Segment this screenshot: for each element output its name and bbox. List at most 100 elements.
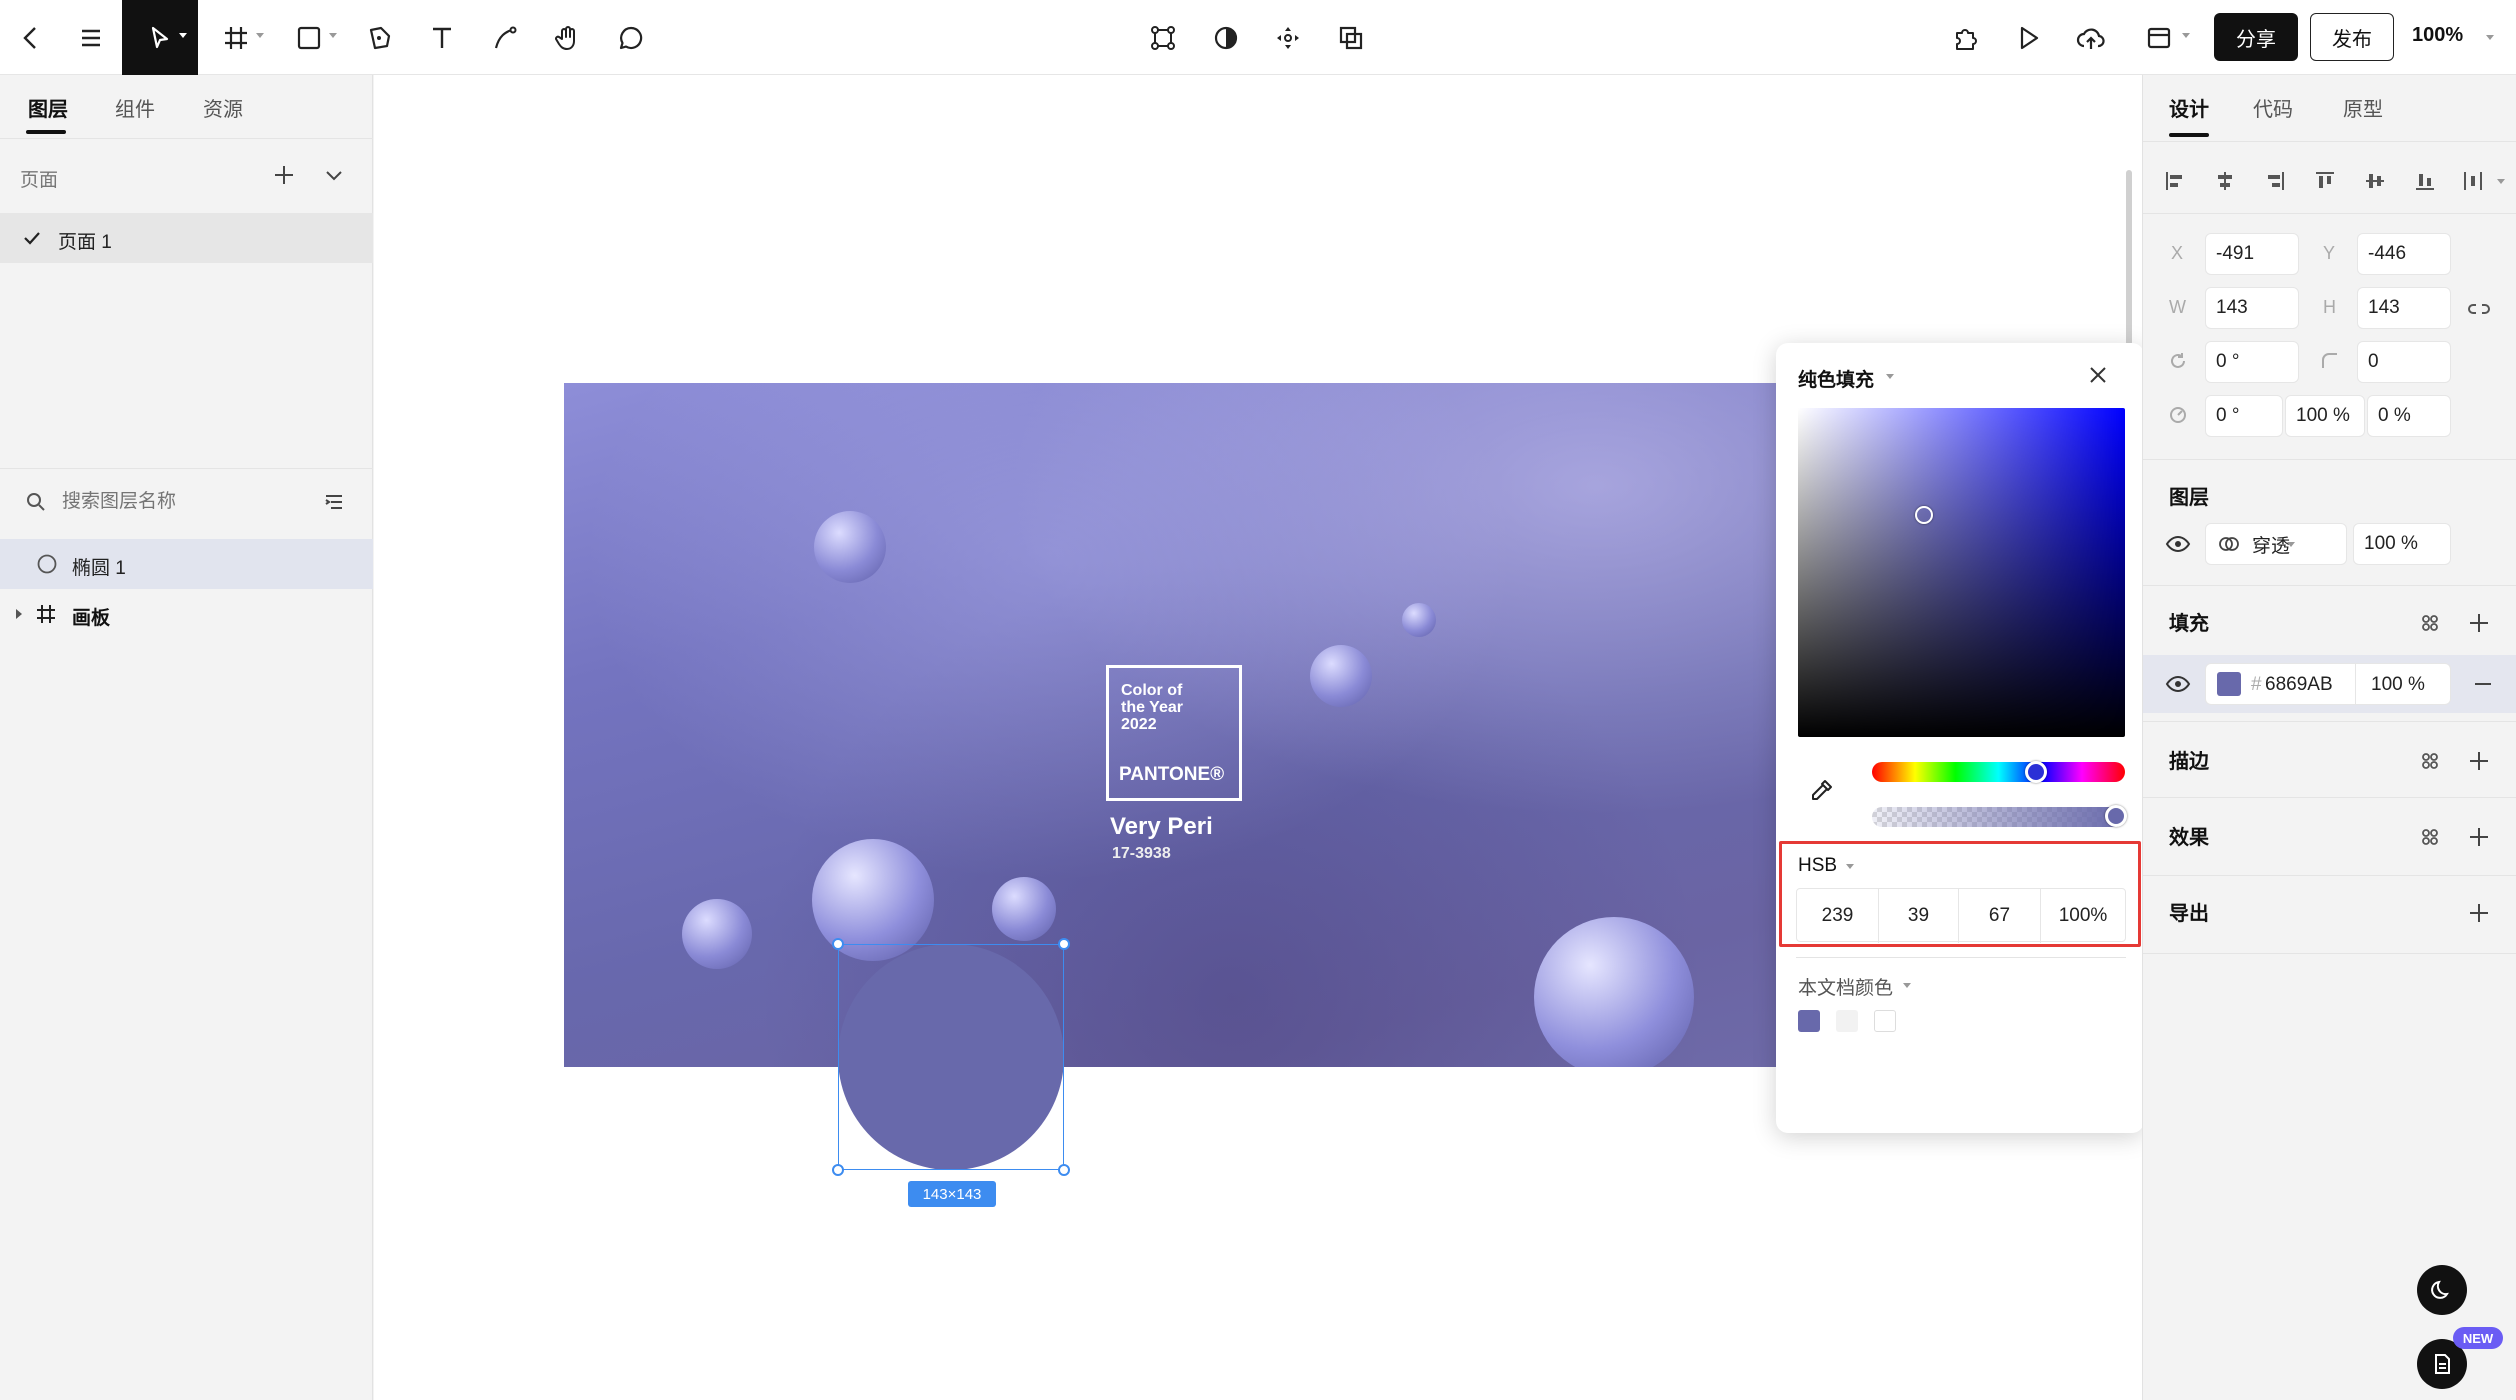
- main-menu-button[interactable]: [60, 0, 122, 75]
- add-fill-icon[interactable]: [2465, 609, 2493, 637]
- color-cursor[interactable]: [1915, 506, 1933, 524]
- arc-sweep-input[interactable]: 100 %: [2285, 395, 2365, 437]
- link-icon[interactable]: [2465, 295, 2493, 323]
- layout-button[interactable]: [2128, 0, 2190, 75]
- hamburger-icon: [82, 29, 100, 46]
- artboard-image[interactable]: Color of the Year 2022 PANTONE® Very Per…: [564, 383, 1778, 1067]
- align-left-icon[interactable]: [2163, 169, 2187, 193]
- hue-slider[interactable]: [1872, 762, 2125, 782]
- collapse-pages-button[interactable]: [320, 161, 348, 189]
- comment-tool-button[interactable]: [600, 0, 662, 75]
- color-mode-dropdown[interactable]: HSB: [1798, 855, 1837, 877]
- align-bottom-icon[interactable]: [2413, 169, 2437, 193]
- fill-hex-input[interactable]: 6869AB: [2265, 674, 2333, 696]
- fill-row[interactable]: # 6869AB 100 %: [2143, 655, 2516, 713]
- document-color-swatch[interactable]: [1798, 1010, 1820, 1032]
- brightness-input[interactable]: 67: [1959, 889, 2041, 943]
- corner-radius-input[interactable]: 0: [2357, 341, 2451, 383]
- add-page-button[interactable]: [270, 161, 298, 189]
- height-input[interactable]: 143: [2357, 287, 2451, 329]
- hue-input[interactable]: 239: [1797, 889, 1879, 943]
- publish-button[interactable]: 发布: [2310, 13, 2394, 61]
- align-center-h-icon[interactable]: [2213, 169, 2237, 193]
- arc-start-input[interactable]: 0 °: [2205, 395, 2283, 437]
- connector-tool-button[interactable]: [474, 0, 536, 75]
- style-grid-icon[interactable]: [2419, 612, 2441, 634]
- eyedropper-icon[interactable]: [1806, 776, 1836, 806]
- close-icon[interactable]: [2084, 361, 2112, 389]
- text-tool-button[interactable]: [411, 0, 473, 75]
- preview-button[interactable]: [1997, 0, 2059, 75]
- x-input[interactable]: -491: [2205, 233, 2299, 275]
- alpha-input[interactable]: 100%: [2041, 889, 2125, 943]
- document-color-swatch[interactable]: [1874, 1010, 1896, 1032]
- add-stroke-icon[interactable]: [2465, 747, 2493, 775]
- hue-slider-thumb[interactable]: [2025, 761, 2047, 783]
- eye-icon[interactable]: [2165, 671, 2191, 697]
- saturation-input[interactable]: 39: [1879, 889, 1959, 943]
- arc-ratio-input[interactable]: 0 %: [2367, 395, 2451, 437]
- document-color-swatch[interactable]: [1836, 1010, 1858, 1032]
- tab-prototype[interactable]: 原型: [2343, 93, 2383, 122]
- component-button[interactable]: [1132, 0, 1194, 75]
- frame-tool-button[interactable]: [205, 0, 267, 75]
- expand-triangle-icon[interactable]: [14, 608, 24, 620]
- auto-layout-button[interactable]: [1257, 0, 1319, 75]
- tab-design[interactable]: 设计: [2169, 93, 2209, 122]
- zoom-level[interactable]: 100%: [2412, 24, 2463, 47]
- move-tool-button[interactable]: [122, 0, 198, 75]
- tab-components[interactable]: 组件: [115, 93, 155, 122]
- opacity-slider[interactable]: [1872, 807, 2125, 827]
- zoom-caret-icon[interactable]: [2486, 35, 2494, 40]
- remove-fill-icon[interactable]: [2469, 670, 2497, 698]
- fill-opacity-input[interactable]: 100 %: [2371, 674, 2425, 696]
- plugins-button[interactable]: [1935, 0, 1997, 75]
- align-right-icon[interactable]: [2263, 169, 2287, 193]
- style-grid-icon[interactable]: [2419, 750, 2441, 772]
- distribute-icon[interactable]: [2461, 169, 2485, 193]
- color-mode-caret-icon[interactable]: [1846, 864, 1854, 869]
- resize-handle[interactable]: [832, 1164, 844, 1176]
- upload-button[interactable]: [2060, 0, 2122, 75]
- add-export-icon[interactable]: [2465, 899, 2493, 927]
- fill-type-caret-icon[interactable]: [1886, 374, 1894, 379]
- width-input[interactable]: 143: [2205, 287, 2299, 329]
- style-grid-icon[interactable]: [2419, 826, 2441, 848]
- theme-toggle-button[interactable]: [2417, 1265, 2467, 1315]
- tab-layers[interactable]: 图层: [28, 93, 68, 122]
- share-button[interactable]: 分享: [2214, 13, 2298, 61]
- caret-icon: [2182, 33, 2190, 38]
- rotation-input[interactable]: 0 °: [2205, 341, 2299, 383]
- distribute-caret-icon[interactable]: [2497, 179, 2505, 184]
- align-top-icon[interactable]: [2313, 169, 2337, 193]
- fill-type-dropdown[interactable]: 纯色填充: [1798, 365, 1874, 392]
- page-list-item[interactable]: 页面 1: [0, 213, 373, 263]
- opacity-slider-thumb[interactable]: [2105, 805, 2127, 827]
- layer-opacity-input[interactable]: 100 %: [2353, 523, 2451, 565]
- shape-tool-button[interactable]: [278, 0, 340, 75]
- tab-code[interactable]: 代码: [2253, 93, 2293, 122]
- saturation-brightness-area[interactable]: [1798, 408, 2125, 737]
- blend-caret-icon[interactable]: [2287, 542, 2295, 547]
- resize-handle[interactable]: [1058, 1164, 1070, 1176]
- add-effect-icon[interactable]: [2465, 823, 2493, 851]
- eye-icon[interactable]: [2165, 531, 2191, 557]
- layer-row-ellipse[interactable]: 椭圆 1: [0, 539, 373, 589]
- align-center-v-icon[interactable]: [2363, 169, 2387, 193]
- resize-handle[interactable]: [1058, 938, 1070, 950]
- fill-swatch[interactable]: [2217, 672, 2241, 696]
- mask-button[interactable]: [1195, 0, 1257, 75]
- tab-assets[interactable]: 资源: [203, 93, 243, 122]
- layer-search-input[interactable]: [62, 485, 302, 519]
- back-button[interactable]: [0, 0, 62, 75]
- doc-colors-caret-icon[interactable]: [1903, 983, 1911, 988]
- pen-tool-button[interactable]: [348, 0, 410, 75]
- resize-handle[interactable]: [832, 938, 844, 950]
- filter-list-icon[interactable]: [322, 490, 346, 514]
- moon-icon: [2431, 1280, 2449, 1299]
- boolean-button[interactable]: [1320, 0, 1382, 75]
- layer-row-artboard[interactable]: 画板: [0, 589, 373, 639]
- y-input[interactable]: -446: [2357, 233, 2451, 275]
- hsb-inputs: 239 39 67 100%: [1796, 888, 2126, 943]
- hand-tool-button[interactable]: [537, 0, 599, 75]
